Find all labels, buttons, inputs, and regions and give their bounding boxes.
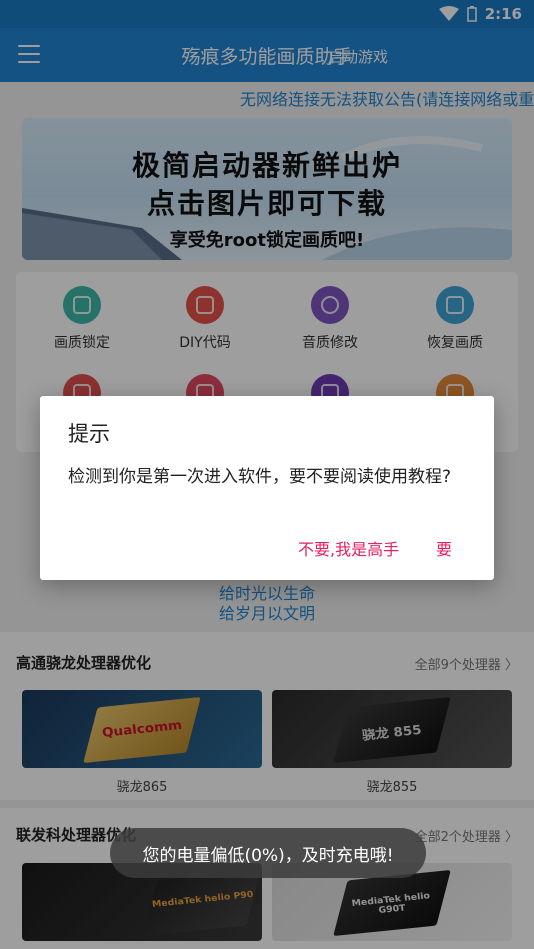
accept-tutorial-button[interactable]: 要 — [436, 536, 452, 560]
dialog-message: 检测到你是第一次进入软件，要不要阅读使用教程? — [68, 467, 452, 487]
dialog-title: 提示 — [68, 422, 110, 446]
low-battery-toast: 您的电量偏低(0%)，及时充电哦! — [110, 828, 426, 878]
tutorial-dialog: 提示 检测到你是第一次进入软件，要不要阅读使用教程? 不要,我是高手 要 — [40, 396, 494, 580]
decline-tutorial-button[interactable]: 不要,我是高手 — [298, 536, 399, 560]
